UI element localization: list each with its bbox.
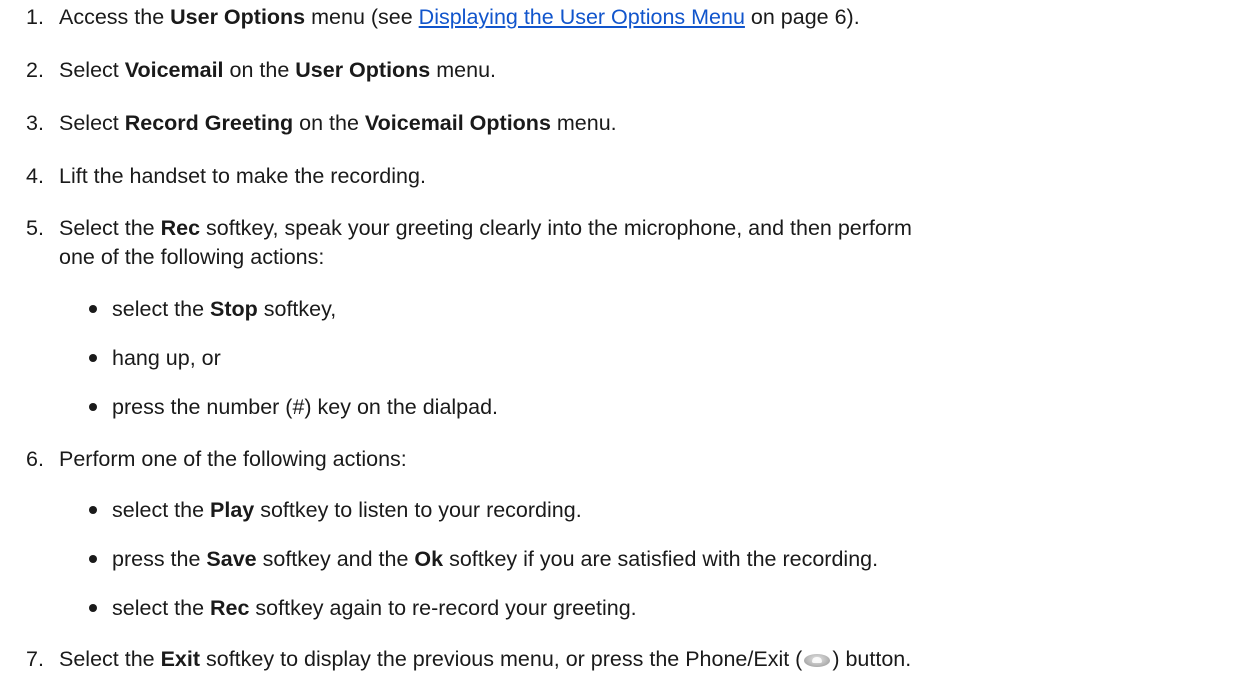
softkey-name: Rec — [160, 216, 201, 240]
step-text-continued: one of the following actions: — [59, 245, 325, 269]
menu-item-name: Voicemail — [124, 58, 224, 82]
step-number: 2. — [26, 58, 44, 82]
menu-item-name: Record Greeting — [124, 111, 294, 135]
phone-exit-button-icon — [804, 654, 831, 667]
bullet-text: press the number (#) key on the dialpad. — [112, 395, 499, 419]
step-number: 1. — [26, 5, 44, 29]
menu-name: User Options — [295, 58, 431, 82]
step-text: Access the User Options menu (see Displa… — [59, 5, 860, 29]
step-text: Perform one of the following actions: — [59, 447, 407, 471]
menu-name: User Options — [170, 5, 306, 29]
step-number: 5. — [26, 216, 44, 240]
bullet-icon — [89, 506, 97, 514]
step-number: 7. — [26, 647, 44, 671]
step-text: Select the Rec softkey, speak your greet… — [59, 216, 912, 240]
menu-name: Voicemail Options — [364, 111, 551, 135]
softkey-name: Play — [210, 498, 255, 522]
bullet-text: select the Rec softkey again to re-recor… — [112, 596, 637, 620]
step-text: Select Record Greeting on the Voicemail … — [59, 111, 617, 135]
bullet-icon — [89, 354, 97, 362]
step-number: 6. — [26, 447, 44, 471]
bullet-text: select the Play softkey to listen to you… — [112, 498, 582, 522]
bullet-text: hang up, or — [112, 346, 221, 370]
step-number: 3. — [26, 111, 44, 135]
softkey-name: Exit — [160, 647, 201, 671]
step-text: Lift the handset to make the recording. — [59, 164, 426, 188]
softkey-name: Ok — [414, 547, 444, 571]
step-text: Select Voicemail on the User Options men… — [59, 58, 496, 82]
bullet-text: select the Stop softkey, — [112, 297, 337, 321]
bullet-icon — [89, 604, 97, 612]
bullet-icon — [89, 305, 97, 313]
bullet-text: press the Save softkey and the Ok softke… — [112, 547, 879, 571]
displaying-user-options-menu-link[interactable]: Displaying the User Options Menu — [419, 5, 745, 29]
step-text: Select the Exit softkey to display the p… — [59, 647, 912, 671]
bullet-icon — [89, 555, 97, 563]
step-number: 4. — [26, 164, 44, 188]
softkey-name: Rec — [210, 596, 250, 620]
bullet-icon — [89, 403, 97, 411]
softkey-name: Save — [206, 547, 257, 571]
softkey-name: Stop — [210, 297, 258, 321]
